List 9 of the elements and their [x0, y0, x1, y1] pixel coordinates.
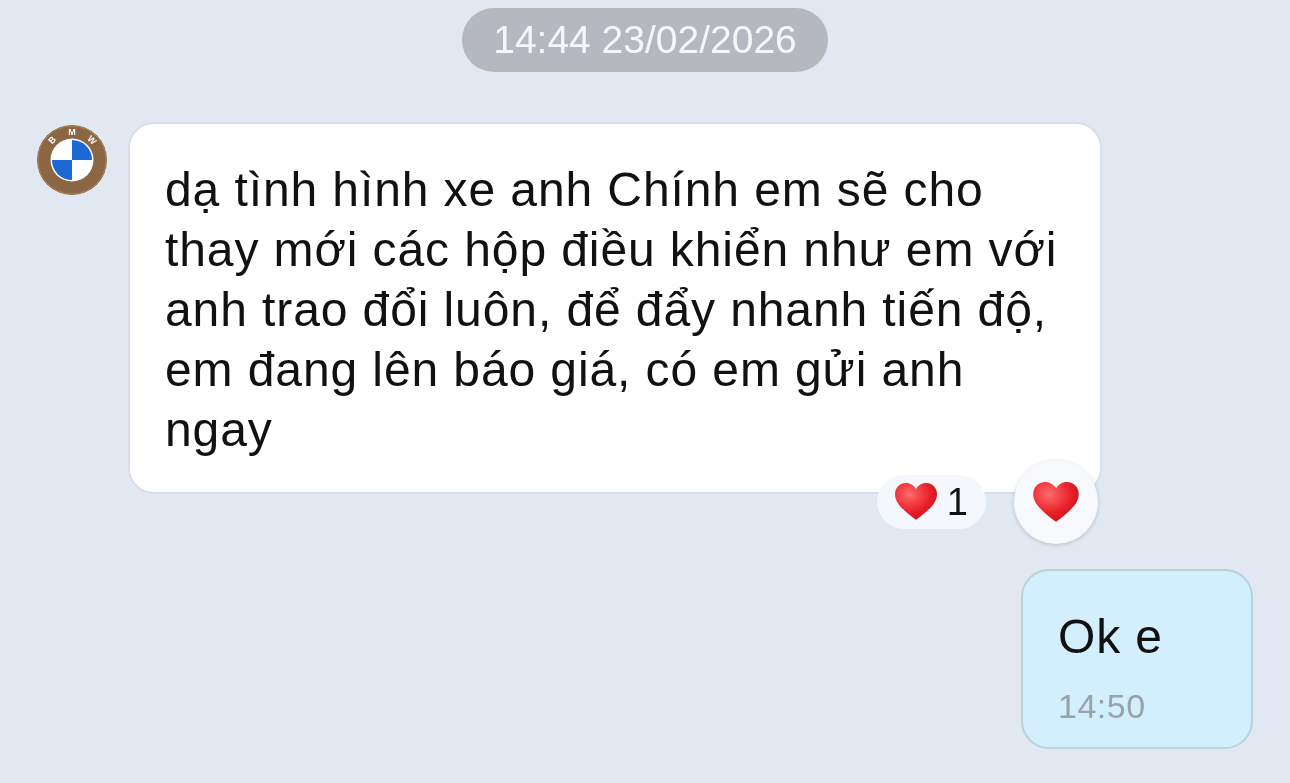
- message-text: dạ tình hình xe anh Chính em sẽ cho thay mới các hộp điều khiển như em với anh trao đổi luôn, để đẩy nhanh tiến độ, em đang lên báo giá, có em gửi anh ngay: [165, 162, 1059, 458]
- react-button[interactable]: [1014, 460, 1098, 544]
- message-text: Ok e: [1058, 609, 1163, 665]
- reaction-count: 1: [946, 481, 968, 523]
- message-time: 14:50: [1058, 688, 1146, 724]
- reaction-chip[interactable]: 1: [876, 475, 986, 529]
- heart-icon: [894, 483, 937, 521]
- avatar-logo: B M W: [37, 125, 107, 195]
- heart-icon: [1033, 481, 1079, 523]
